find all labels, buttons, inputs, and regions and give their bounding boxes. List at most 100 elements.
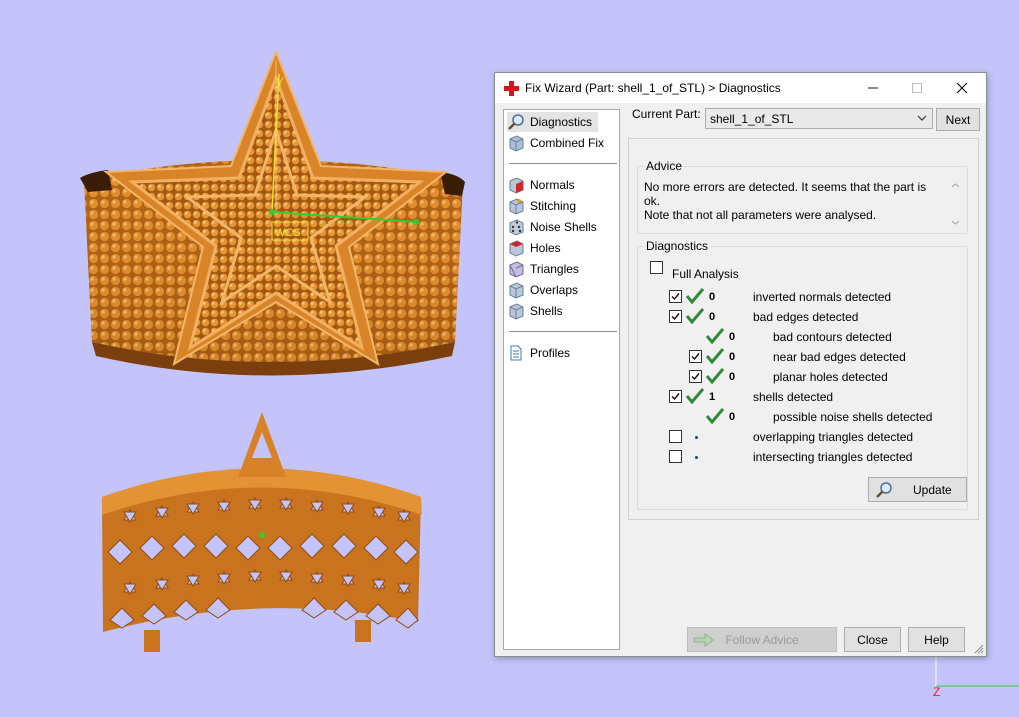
row-label: bad edges detected <box>753 310 859 324</box>
row-count: 0 <box>729 371 736 383</box>
full-analysis-checkbox[interactable] <box>650 261 663 274</box>
nav-item-noise-shells[interactable]: Noise Shells <box>507 217 603 237</box>
nav-item-label: Triangles <box>530 262 579 276</box>
row-label: intersecting triangles detected <box>753 450 913 464</box>
row-checkbox[interactable] <box>669 390 682 403</box>
green-check-icon <box>686 288 704 304</box>
current-part-label: Current Part: <box>632 107 701 121</box>
document-icon <box>510 345 522 361</box>
dice-icon <box>509 219 524 236</box>
nav-item-label: Stitching <box>530 199 577 213</box>
shells-cube-icon <box>509 303 524 320</box>
fix-wizard-dialog: Fix Wizard (Part: shell_1_of_STL) > Diag… <box>494 72 987 657</box>
green-check-icon <box>706 368 724 384</box>
row-checkbox[interactable] <box>669 310 682 323</box>
current-part-select[interactable]: shell_1_of_STL <box>705 108 933 129</box>
nav-item-profiles[interactable]: Profiles <box>507 343 576 363</box>
close-icon <box>956 82 968 94</box>
diagnostics-panel: Advice No more errors are detected. It s… <box>628 138 979 520</box>
checkmark-icon <box>671 313 680 321</box>
nav-item-stitching[interactable]: Stitching <box>507 196 582 216</box>
row-count: 0 <box>729 351 736 363</box>
triangles-cube-icon <box>509 261 524 278</box>
nav-item-label: Diagnostics <box>530 115 593 129</box>
nav-item-label: Holes <box>530 241 561 255</box>
row-checkbox[interactable] <box>689 370 702 383</box>
checkmark-icon <box>671 293 680 301</box>
nav-item-combined-fix[interactable]: Combined Fix <box>507 133 610 153</box>
minimize-button[interactable] <box>850 73 896 103</box>
nav-item-diagnostics[interactable]: Diagnostics <box>507 112 599 132</box>
row-count: 0 <box>729 331 736 343</box>
row-count: 1 <box>709 391 716 403</box>
current-part-value: shell_1_of_STL <box>710 112 794 126</box>
row-label: overlapping triangles detected <box>753 430 914 444</box>
row-label: near bad edges detected <box>773 350 906 364</box>
nav-item-shells[interactable]: Shells <box>507 301 569 321</box>
full-analysis-label: Full Analysis <box>672 267 739 281</box>
arrow-right-icon <box>693 633 714 647</box>
close-window-button[interactable] <box>939 73 985 103</box>
row-checkbox[interactable] <box>689 350 702 363</box>
follow-advice-button[interactable]: Follow Advice <box>687 627 837 652</box>
status-dot <box>695 456 698 459</box>
checkmark-icon <box>691 373 700 381</box>
update-button-label: Update <box>913 482 952 497</box>
diagnostics-group: Diagnostics Full Analysis 0 inverted nor… <box>637 239 968 510</box>
advice-line-2: Note that not all parameters were analys… <box>644 208 877 222</box>
nav-item-label: Noise Shells <box>530 220 597 234</box>
green-check-icon <box>686 388 704 404</box>
advice-text: No more errors are detected. It seems th… <box>644 180 944 222</box>
nav-item-label: Shells <box>530 304 563 318</box>
stitch-cube-icon <box>509 198 524 215</box>
medical-cross-icon <box>504 81 519 96</box>
checkmark-icon <box>691 353 700 361</box>
star-lattice-ring-model[interactable] <box>102 412 422 652</box>
row-checkbox[interactable] <box>669 450 682 463</box>
overlaps-cube-icon <box>509 282 524 299</box>
nav-item-label: Overlaps <box>530 283 579 297</box>
cube-icon <box>509 135 524 152</box>
nav-item-label: Profiles <box>530 346 571 360</box>
maximize-button[interactable] <box>894 73 940 103</box>
nav-item-label: Combined Fix <box>530 136 605 150</box>
row-label: bad contours detected <box>773 330 892 344</box>
red-cube-icon <box>509 177 524 194</box>
advice-group: Advice No more errors are detected. It s… <box>637 159 968 234</box>
window-title: Fix Wizard (Part: shell_1_of_STL) > Diag… <box>525 81 781 95</box>
update-button[interactable]: Update <box>868 477 967 502</box>
nav-item-triangles[interactable]: Triangles <box>507 259 585 279</box>
status-dot <box>695 436 698 439</box>
row-count: 0 <box>709 311 716 323</box>
nav-item-normals[interactable]: Normals <box>507 175 581 195</box>
close-button[interactable]: Close <box>844 627 901 652</box>
magnifier-icon <box>508 114 524 130</box>
help-button[interactable]: Help <box>908 627 965 652</box>
green-check-icon <box>706 328 724 344</box>
row-label: shells detected <box>753 390 834 404</box>
row-label: planar holes detected <box>773 370 888 384</box>
title-bar[interactable]: Fix Wizard (Part: shell_1_of_STL) > Diag… <box>495 73 986 103</box>
follow-advice-label: Follow Advice <box>725 632 799 647</box>
row-count: 0 <box>729 411 736 423</box>
green-check-icon <box>706 348 724 364</box>
diagnostics-group-title: Diagnostics <box>644 239 711 253</box>
green-check-icon <box>706 408 724 424</box>
magnifier-icon <box>876 481 892 498</box>
advice-group-title: Advice <box>644 159 685 173</box>
advice-line-1: No more errors are detected. It seems th… <box>644 180 927 208</box>
row-label: possible noise shells detected <box>773 410 933 424</box>
nav-item-holes[interactable]: Holes <box>507 238 567 258</box>
nav-item-overlaps[interactable]: Overlaps <box>507 280 584 300</box>
advice-scrollbar[interactable] <box>947 179 964 229</box>
holes-cube-icon <box>509 240 524 257</box>
minimize-icon <box>868 87 878 89</box>
resize-grip-icon[interactable] <box>974 644 984 654</box>
row-checkbox[interactable] <box>669 430 682 443</box>
next-button[interactable]: Next <box>936 108 980 131</box>
corner-axis-triad: Z <box>933 656 1019 699</box>
axis-y-label: Y <box>276 75 284 89</box>
nav-separator <box>509 331 617 332</box>
wizard-nav-pane: Diagnostics Combined Fix Normals Stitchi… <box>503 109 620 650</box>
row-checkbox[interactable] <box>669 290 682 303</box>
